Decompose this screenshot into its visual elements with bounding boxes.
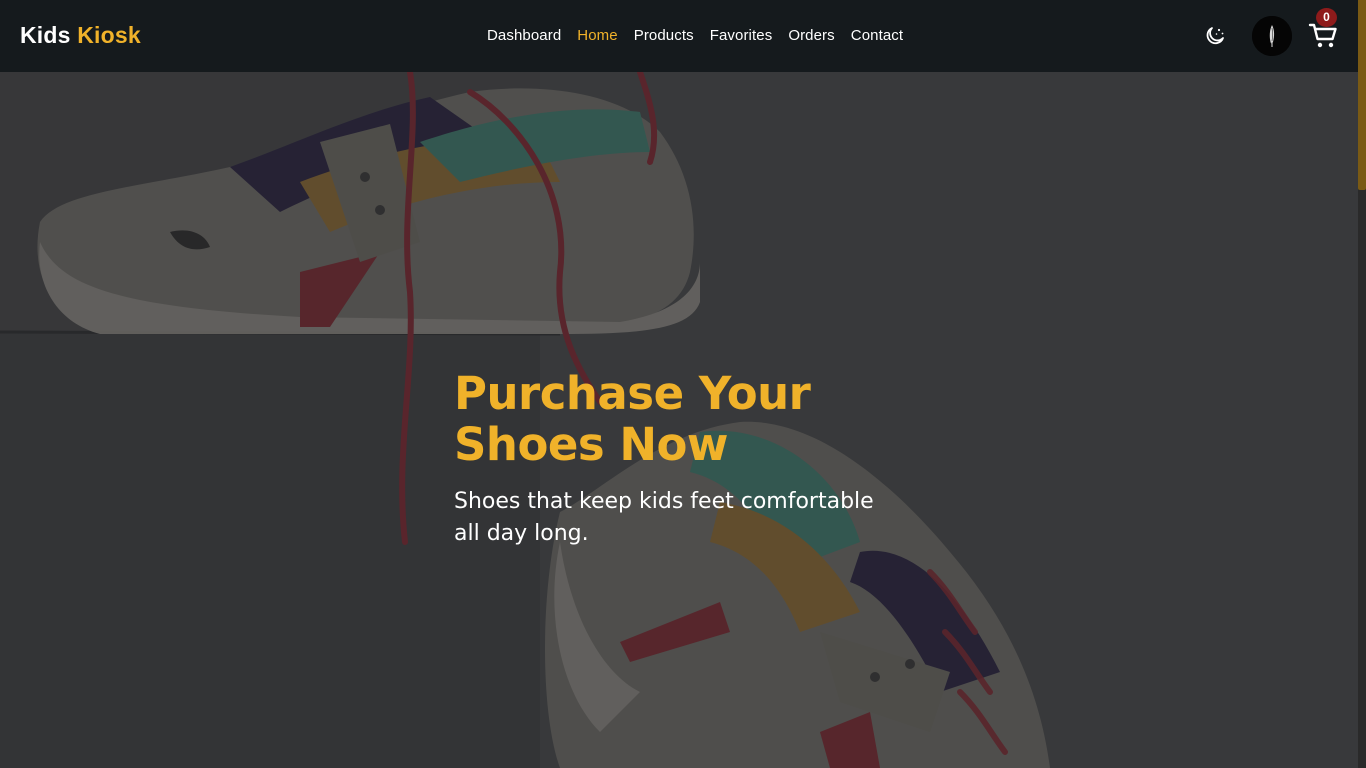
theme-toggle-button[interactable] — [1203, 24, 1227, 48]
moon-stars-icon — [1206, 27, 1224, 45]
hero-title-line1: Purchase Your — [454, 367, 811, 420]
hero-text-block: Purchase Your Shoes Now Shoes that keep … — [454, 368, 914, 550]
scrollbar-thumb[interactable] — [1358, 0, 1366, 190]
nav-contact[interactable]: Contact — [851, 24, 903, 48]
hero-title: Purchase Your Shoes Now — [454, 368, 914, 470]
hero-banner: Purchase Your Shoes Now Shoes that keep … — [0, 72, 1358, 768]
page-scrollbar[interactable] — [1358, 0, 1366, 768]
hero-subtitle: Shoes that keep kids feet comfortable al… — [454, 489, 874, 546]
nav-orders[interactable]: Orders — [788, 24, 834, 48]
user-avatar[interactable] — [1252, 16, 1292, 56]
avatar-image — [1252, 16, 1292, 56]
brand-name-part2: Kiosk — [77, 22, 141, 48]
nav-dashboard[interactable]: Dashboard — [487, 24, 561, 48]
nav-favorites[interactable]: Favorites — [710, 24, 773, 48]
top-navbar: Kids Kiosk Dashboard Home Products Favor… — [0, 0, 1358, 72]
nav-home[interactable]: Home — [577, 24, 617, 48]
main-nav: Dashboard Home Products Favorites Orders… — [487, 24, 919, 48]
nav-products[interactable]: Products — [634, 24, 694, 48]
brand-logo[interactable]: Kids Kiosk — [20, 20, 141, 50]
hero-title-line2: Shoes Now — [454, 418, 728, 471]
cart-count-badge: 0 — [1316, 8, 1337, 27]
brand-name-part1: Kids — [20, 22, 71, 48]
